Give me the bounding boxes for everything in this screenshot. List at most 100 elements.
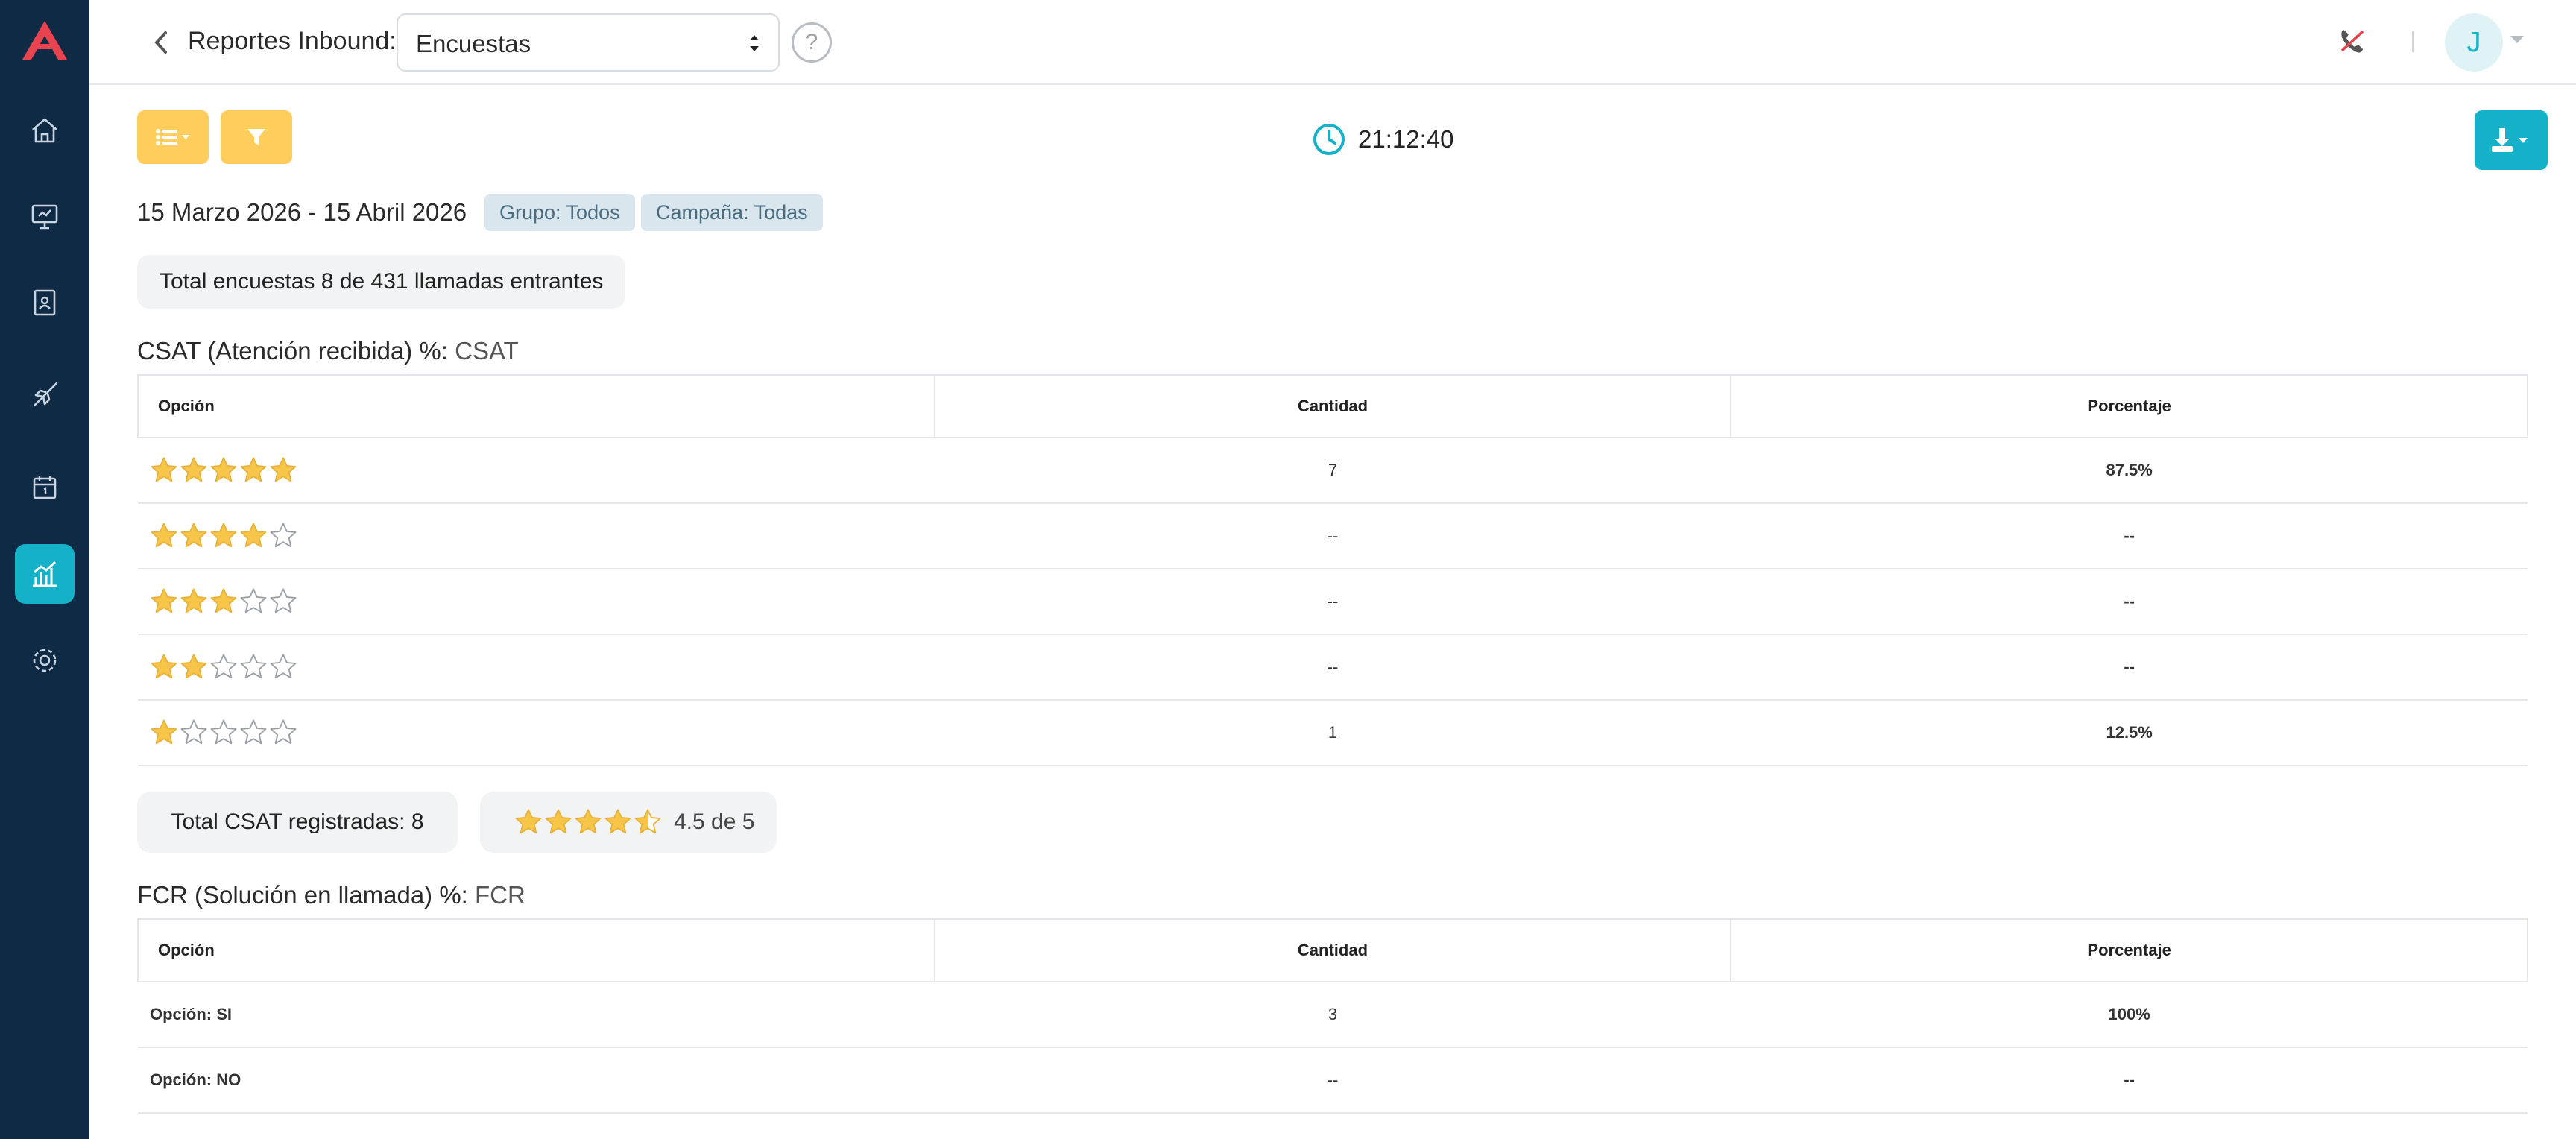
report-type-select[interactable]: Encuestas bbox=[397, 13, 780, 72]
page-title: Reportes Inbound: bbox=[188, 27, 397, 55]
fcr-table: Opción Cantidad Porcentaje Opción: SI 3 … bbox=[137, 918, 2528, 1114]
sidebar-item-settings[interactable] bbox=[15, 631, 75, 690]
table-row: 7 87.5% bbox=[138, 438, 2528, 504]
table-row: Opción: NO -- -- bbox=[138, 1047, 2528, 1114]
column-header-opcion: Opción bbox=[137, 918, 935, 982]
campaign-rocket-icon bbox=[34, 382, 58, 406]
contacts-book-icon bbox=[34, 289, 56, 316]
fcr-title: FCR (Solución en llamada) %: bbox=[137, 881, 468, 909]
table-row: -- -- bbox=[138, 569, 2528, 635]
date-range: 15 Marzo 2026 - 15 Abril 2026 bbox=[137, 198, 467, 226]
star-filled-icon bbox=[151, 719, 177, 745]
star-empty-icon bbox=[240, 588, 267, 613]
star-empty-icon bbox=[270, 654, 297, 679]
star-empty-icon bbox=[270, 588, 297, 613]
star-rating bbox=[150, 719, 297, 747]
average-star-rating bbox=[514, 808, 662, 836]
sidebar-item-calendar[interactable] bbox=[15, 458, 75, 517]
star-empty-icon bbox=[210, 654, 237, 679]
cell-porcentaje: 87.5% bbox=[1731, 438, 2528, 504]
csat-average-box: 4.5 de 5 bbox=[480, 792, 777, 853]
fcr-header-row: Opción Cantidad Porcentaje bbox=[137, 918, 2528, 982]
star-empty-icon bbox=[240, 719, 267, 745]
cell-cantidad: 1 bbox=[934, 700, 1731, 766]
sidebar-item-contacts[interactable] bbox=[15, 273, 75, 332]
table-row: Opción: SI 3 100% bbox=[138, 982, 2528, 1048]
column-header-porcentaje: Porcentaje bbox=[1730, 374, 2528, 438]
cell-porcentaje: 12.5% bbox=[1731, 700, 2528, 766]
view-menu-button[interactable] bbox=[137, 110, 209, 164]
cell-porcentaje: 100% bbox=[1731, 982, 2528, 1048]
cell-opcion: Opción: SI bbox=[138, 982, 935, 1048]
csat-total-box: Total CSAT registradas: 8 bbox=[137, 792, 458, 853]
cell-porcentaje: -- bbox=[1731, 569, 2528, 635]
header-divider bbox=[2412, 31, 2414, 52]
list-dropdown-icon bbox=[156, 129, 189, 145]
star-rating bbox=[150, 587, 297, 616]
sidebar-item-home[interactable] bbox=[15, 100, 75, 160]
avatar-caret-icon[interactable] bbox=[2510, 36, 2524, 43]
filter-button[interactable] bbox=[221, 110, 292, 164]
column-header-cantidad: Cantidad bbox=[933, 918, 1732, 982]
app: Reportes Inbound: Encuestas ? J 21:12:40… bbox=[0, 0, 2576, 1139]
star-filled-icon bbox=[210, 523, 237, 548]
cell-cantidad: -- bbox=[934, 569, 1731, 635]
column-header-opcion: Opción bbox=[137, 374, 935, 438]
download-button[interactable] bbox=[2475, 110, 2548, 170]
sidebar-item-reports[interactable] bbox=[15, 544, 75, 604]
cell-opcion: Opción: NO bbox=[138, 1047, 935, 1114]
sidebar bbox=[0, 0, 89, 1139]
sidebar-item-campaigns[interactable] bbox=[15, 365, 75, 425]
cell-porcentaje: -- bbox=[1731, 1047, 2528, 1114]
settings-gear-icon bbox=[33, 649, 57, 672]
star-filled-icon bbox=[515, 809, 542, 834]
cell-cantidad: -- bbox=[934, 1047, 1731, 1114]
sidebar-item-monitor[interactable] bbox=[15, 186, 75, 246]
top-header: Reportes Inbound: Encuestas ? J bbox=[89, 0, 2576, 85]
clock-icon bbox=[1313, 124, 1345, 155]
star-filled-icon bbox=[604, 809, 631, 834]
csat-title: CSAT (Atención recibida) %: bbox=[137, 337, 448, 365]
star-half-icon bbox=[634, 809, 661, 834]
star-filled-icon bbox=[210, 588, 237, 613]
group-filter-chip: Grupo: Todos bbox=[484, 194, 635, 231]
cell-cantidad: 3 bbox=[934, 982, 1731, 1048]
star-filled-icon bbox=[180, 588, 207, 613]
star-empty-icon bbox=[210, 719, 237, 745]
table-row: -- -- bbox=[138, 634, 2528, 701]
star-filled-icon bbox=[180, 654, 207, 679]
column-header-cantidad: Cantidad bbox=[933, 374, 1732, 438]
star-empty-icon bbox=[240, 654, 267, 679]
download-icon bbox=[2492, 128, 2528, 152]
cell-cantidad: -- bbox=[934, 634, 1731, 701]
campaign-filter-chip: Campaña: Todas bbox=[641, 194, 823, 231]
user-avatar[interactable]: J bbox=[2445, 13, 2503, 72]
csat-header-row: Opción Cantidad Porcentaje bbox=[137, 374, 2528, 438]
star-rating bbox=[150, 522, 297, 550]
report-type-value: Encuestas bbox=[416, 30, 531, 57]
star-filled-icon bbox=[240, 523, 267, 548]
star-filled-icon bbox=[151, 654, 177, 679]
csat-average-label: 4.5 de 5 bbox=[674, 810, 755, 834]
star-filled-icon bbox=[270, 457, 297, 482]
help-icon[interactable]: ? bbox=[792, 22, 832, 63]
table-row: -- -- bbox=[138, 503, 2528, 570]
home-icon bbox=[32, 118, 57, 143]
fcr-title-sub: FCR bbox=[475, 881, 525, 909]
current-time: 21:12:40 bbox=[1358, 125, 1454, 153]
star-filled-icon bbox=[210, 457, 237, 482]
brand-logo[interactable] bbox=[21, 19, 69, 61]
phone-disabled-icon[interactable] bbox=[2336, 25, 2367, 57]
star-filled-icon bbox=[180, 457, 207, 482]
csat-section-title: CSAT (Atención recibida) %: CSAT bbox=[137, 337, 519, 365]
reports-chart-icon bbox=[33, 561, 57, 587]
star-filled-icon bbox=[151, 457, 177, 482]
cell-cantidad: -- bbox=[934, 503, 1731, 570]
cell-porcentaje: -- bbox=[1731, 634, 2528, 701]
fcr-section-title: FCR (Solución en llamada) %: FCR bbox=[137, 881, 525, 909]
star-empty-icon bbox=[270, 523, 297, 548]
monitor-icon bbox=[31, 204, 58, 230]
csat-table: Opción Cantidad Porcentaje 7 87.5% -- --… bbox=[137, 374, 2528, 766]
back-chevron-icon[interactable] bbox=[151, 28, 171, 57]
calendar-icon bbox=[33, 476, 57, 499]
